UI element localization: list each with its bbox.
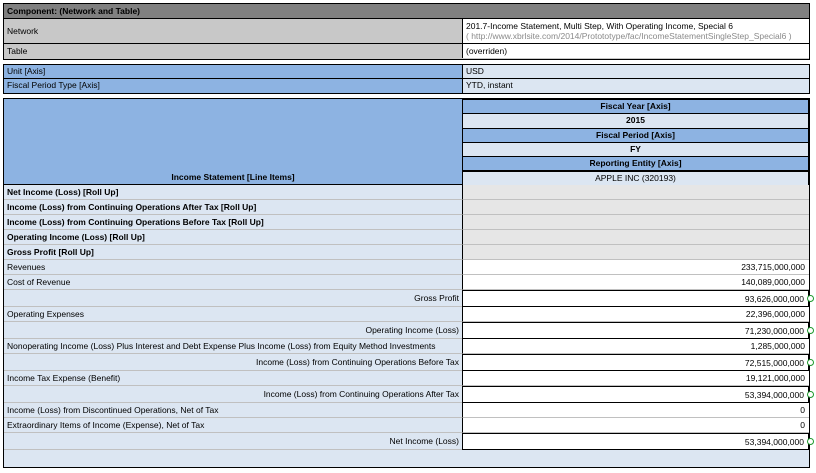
row-label: Operating Income (Loss) [Roll Up] [4,230,462,245]
column-headers: Fiscal Year [Axis] 2015 Fiscal Period [Axi… [462,99,809,186]
row-value: 53,394,000,000 [462,433,809,450]
unit-axis-label: Unit [Axis] [4,65,462,79]
row-label: Income (Loss) from Continuing Operations… [4,200,462,215]
meta-block: Network 201.7-Income Statement, Multi St… [3,19,810,60]
row-label: Cost of Revenue [4,275,462,290]
table-row: Income (Loss) from Continuing Operations… [4,354,809,371]
row-value [462,215,809,230]
fiscal-period-type-axis-label: Fiscal Period Type [Axis] [4,79,462,93]
column-header-member: 2015 [462,113,809,129]
row-header-cell: Income Statement [Line Items] [4,99,462,185]
table-body: Net Income (Loss) [Roll Up] Income (Loss)… [4,185,811,467]
table-row: Net Income (Loss) 53,394,000,000 [4,433,809,450]
network-uri: ( http://www.xbrlsite.com/2014/Protototy… [466,31,792,41]
row-value: 19,121,000,000 [462,371,809,386]
table-row: Operating Expenses 22,396,000,000 [4,307,809,322]
row-value [462,185,809,200]
table-row: Extraordinary Items of Income (Expense),… [4,418,809,433]
row-label: Gross Profit [4,290,462,307]
unit-axis-value: USD [462,65,809,79]
table-row: Operating Income (Loss) [Roll Up] [4,230,809,245]
row-value: 0 [462,403,809,418]
row-header-label: Income Statement [Line Items] [171,172,295,182]
row-value [462,245,809,260]
table-row: Gross Profit [Roll Up] [4,245,809,260]
fiscal-period-type-axis-value: YTD, instant [462,79,809,93]
row-label: Operating Income (Loss) [4,322,462,339]
network-label: Network [4,19,462,44]
table-row: Revenues 233,715,000,000 [4,260,809,275]
table-row: Income (Loss) from Continuing Operations… [4,386,809,403]
row-label: Income Tax Expense (Benefit) [4,371,462,386]
row-value: 22,396,000,000 [462,307,809,322]
row-label: Gross Profit [Roll Up] [4,245,462,260]
row-label: Net Income (Loss) [4,433,462,450]
row-value [462,230,809,245]
row-value: 0 [462,418,809,433]
row-label: Net Income (Loss) [Roll Up] [4,185,462,200]
column-header-axis: Reporting Entity [Axis] [462,156,809,172]
network-value: 201.7-Income Statement, Multi Step, With… [462,19,809,44]
column-header-member: FY [462,141,809,158]
table-value: (overriden) [462,44,809,58]
row-value: 140,089,000,000 [462,275,809,290]
row-value: 53,394,000,000 [462,386,809,403]
table-label: Table [4,44,462,58]
table-row: Gross Profit 93,626,000,000 [4,290,809,307]
row-value: 93,626,000,000 [462,290,809,307]
table-row: Operating Income (Loss) 71,230,000,000 [4,322,809,339]
row-label: Operating Expenses [4,307,462,322]
column-header-member: APPLE INC (320193) [462,170,809,186]
row-value [462,200,809,215]
row-label: Income (Loss) from Continuing Operations… [4,354,462,371]
table-row: Cost of Revenue 140,089,000,000 [4,275,809,290]
table-row: Nonoperating Income (Loss) Plus Interest… [4,339,809,354]
row-label: Extraordinary Items of Income (Expense),… [4,418,462,433]
table-row: Net Income (Loss) [Roll Up] [4,185,809,200]
network-name: 201.7-Income Statement, Multi Step, With… [466,21,733,31]
row-value: 71,230,000,000 [462,322,809,339]
row-label: Income (Loss) from Continuing Operations… [4,215,462,230]
column-header-axis: Fiscal Period [Axis] [462,127,809,143]
table-row: Income Tax Expense (Benefit) 19,121,000,0… [4,371,809,386]
income-statement-table: Income Statement [Line Items] Fiscal Yea… [3,98,810,468]
row-value: 72,515,000,000 [462,354,809,371]
table-row: Income (Loss) from Continuing Operations… [4,215,809,230]
row-label: Revenues [4,260,462,275]
table-row: Income (Loss) from Discontinued Operatio… [4,403,809,418]
row-label: Nonoperating Income (Loss) Plus Interest… [4,339,462,354]
row-label: Income (Loss) from Discontinued Operatio… [4,403,462,418]
component-title: Component: (Network and Table) [3,3,810,19]
axes-block: Unit [Axis] USD Fiscal Period Type [Axis… [3,64,810,94]
row-value: 1,285,000,000 [462,339,809,354]
row-label: Income (Loss) from Continuing Operations… [4,386,462,403]
column-header-axis: Fiscal Year [Axis] [462,99,809,115]
table-row: Income (Loss) from Continuing Operations… [4,200,809,215]
row-value: 233,715,000,000 [462,260,809,275]
